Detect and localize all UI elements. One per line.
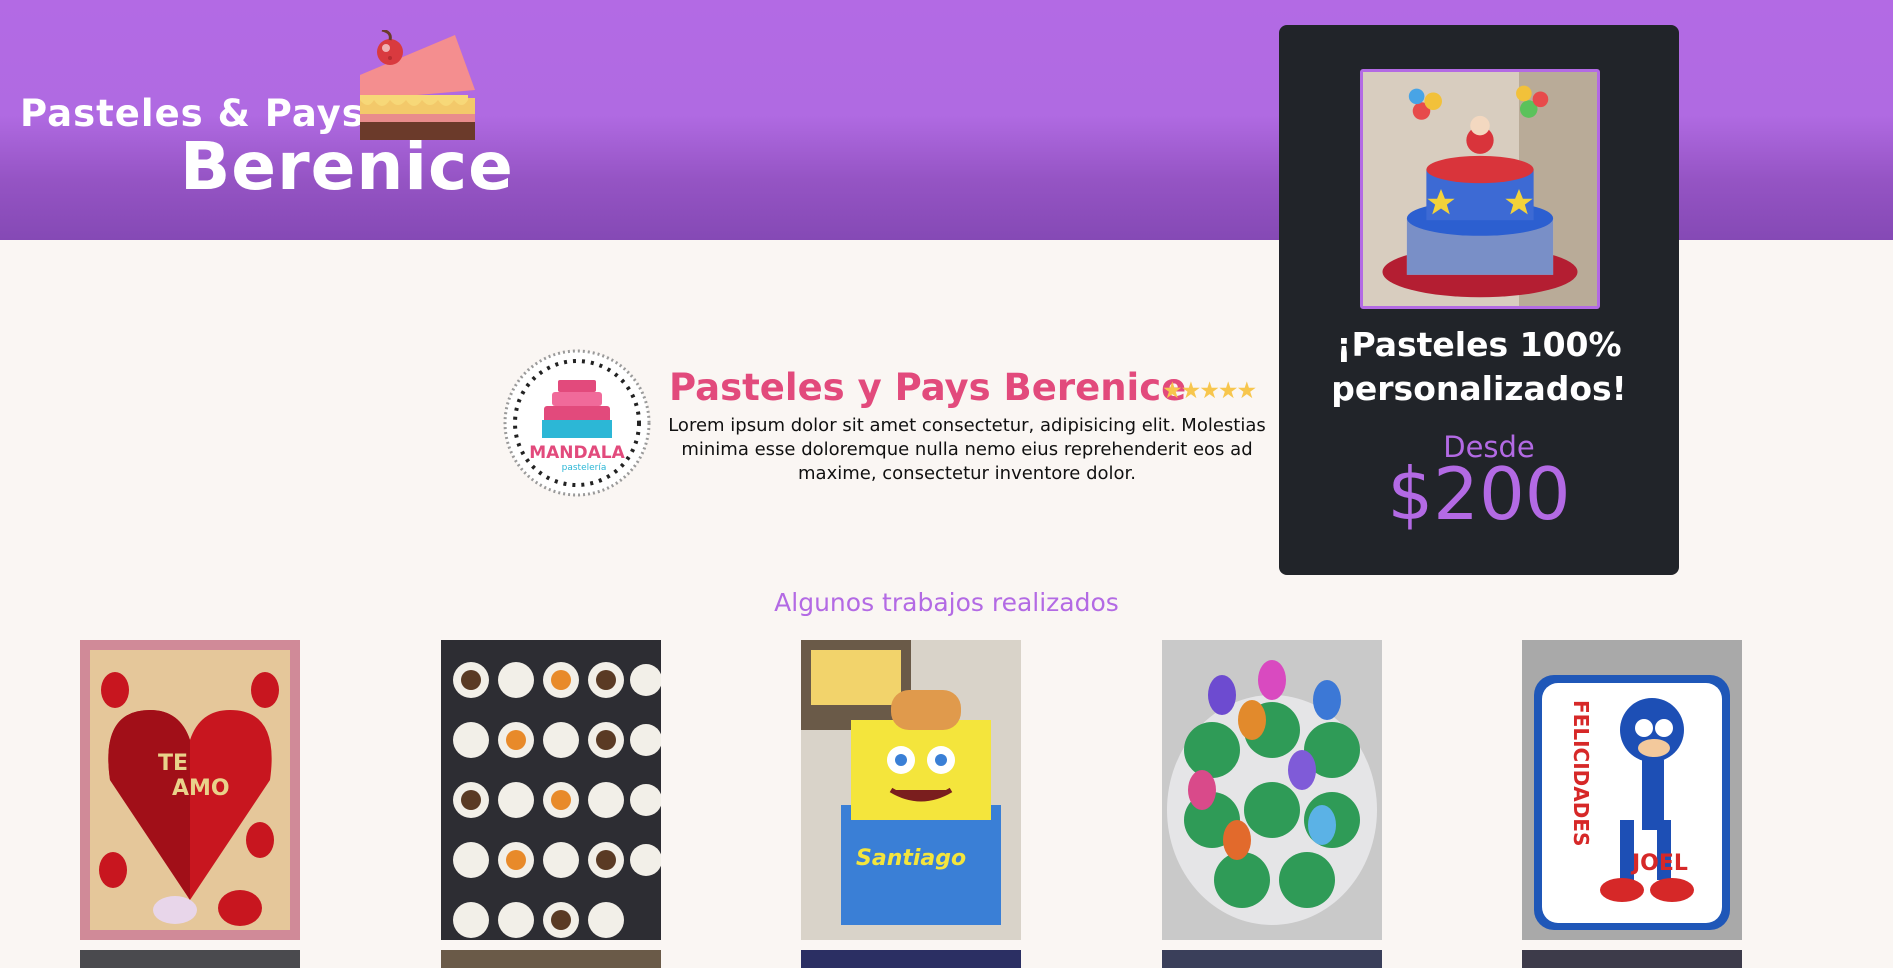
tile-caption: FELICIDADES bbox=[1569, 700, 1593, 846]
tile-caption: TE bbox=[158, 751, 188, 776]
gallery-photo-spongebob-cake[interactable]: Santiago bbox=[801, 640, 1021, 940]
rating-stars: ★★★★★ bbox=[1162, 378, 1257, 404]
promo-title-line1: ¡Pasteles 100% bbox=[1336, 325, 1622, 364]
gallery-photo-cupcake-tray[interactable] bbox=[441, 640, 661, 940]
about-title: Pasteles y Pays Berenice bbox=[669, 366, 1187, 409]
about-section: MANDALA pastelería Pasteles y Pays Beren… bbox=[502, 348, 1272, 498]
about-description: Lorem ipsum dolor sit amet consectetur, … bbox=[668, 415, 1266, 484]
tile-caption: AMO bbox=[172, 776, 230, 801]
gallery-photo-sonic-cake[interactable]: FELICIDADES JOEL bbox=[1522, 640, 1742, 940]
promo-title: ¡Pasteles 100% personalizados! bbox=[1279, 323, 1679, 411]
gallery-photo-row2[interactable] bbox=[441, 950, 661, 968]
gallery-photo-cupcakes-toys[interactable] bbox=[1162, 640, 1382, 940]
tile-caption: Santiago bbox=[856, 846, 966, 871]
gallery-photo-row2[interactable] bbox=[801, 950, 1021, 968]
badge-text: MANDALA bbox=[529, 443, 625, 463]
gallery-photo-row2[interactable] bbox=[80, 950, 300, 968]
promo-price: $200 bbox=[1387, 452, 1571, 536]
promo-card: ¡Pasteles 100% personalizados! Desde $20… bbox=[1279, 25, 1679, 575]
badge-subtext: pastelería bbox=[562, 463, 607, 473]
gallery-photo-heart-chocolate[interactable]: TE AMO bbox=[80, 640, 300, 940]
circus-cake-photo bbox=[1360, 69, 1600, 309]
gallery-photo-row2[interactable] bbox=[1162, 950, 1382, 968]
gallery-title: Algunos trabajos realizados bbox=[774, 588, 1119, 617]
tile-caption: JOEL bbox=[1630, 851, 1688, 876]
gallery-photo-row2[interactable] bbox=[1522, 950, 1742, 968]
gallery-grid: TE AMO Santiago FELICIDADES JOEL bbox=[80, 640, 1742, 968]
site-logo[interactable]: Pasteles & Pays Berenice bbox=[20, 30, 513, 210]
promo-title-line2: personalizados! bbox=[1331, 369, 1627, 408]
mandala-pasteleria-badge: MANDALA pastelería bbox=[503, 349, 651, 497]
cake-slice-icon bbox=[360, 30, 475, 140]
